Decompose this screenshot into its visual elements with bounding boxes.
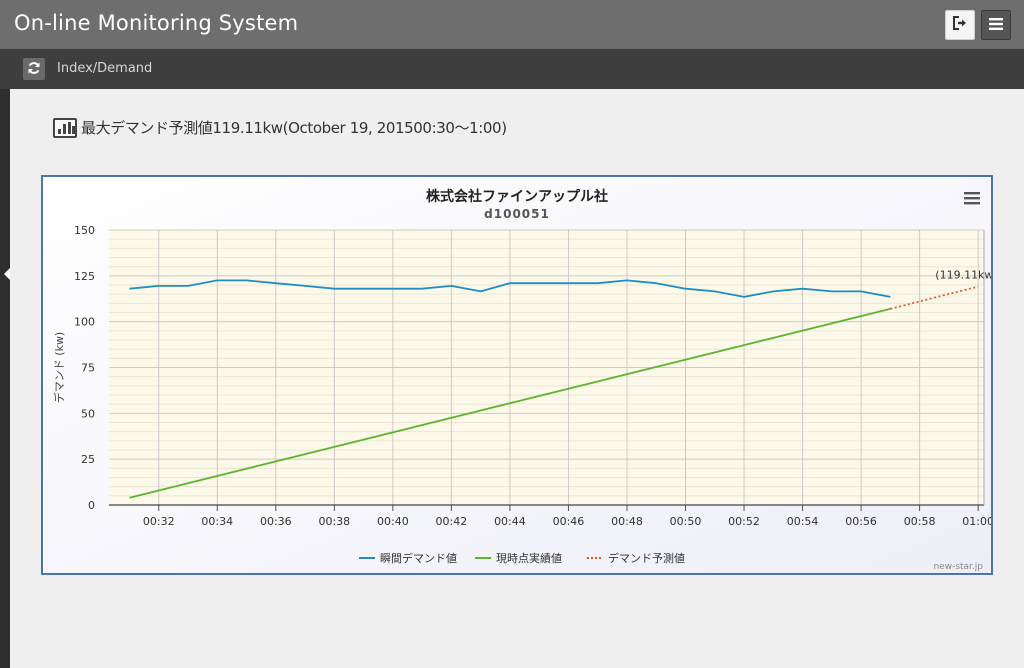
forecast-data-label: (119.11kw) [935,269,991,282]
breadcrumb: Index/Demand [57,61,153,76]
demand-chart: 株式会社ファインアップル社 d100051 デマンド (kw) 0 25 50 75 1… [41,175,993,575]
refresh-button[interactable] [23,58,45,80]
logout-button[interactable] [945,10,975,40]
x-tick-label: 00:32 [143,515,175,528]
x-tick-label: 00:34 [201,515,233,528]
y-tick-label: 25 [81,453,95,466]
x-tick-label: 00:40 [377,515,409,528]
hamburger-menu-icon [964,192,980,205]
chart-subtitle: d100051 [484,207,550,221]
y-axis-label: デマンド (kw) [52,332,66,403]
top-bar: On-line Monitoring System [0,0,1024,49]
x-tick-label: 00:42 [436,515,468,528]
x-tick-label: 00:52 [728,515,760,528]
refresh-icon [27,60,41,79]
bar-chart-icon [53,117,77,138]
app-title: On-line Monitoring System [14,11,299,35]
chart-menu-button[interactable] [963,191,981,207]
main-menu-button[interactable] [981,10,1011,40]
demand-chart-svg: 株式会社ファインアップル社 d100051 デマンド (kw) 0 25 50 75 1… [43,177,991,573]
sub-bar: Index/Demand [0,49,1024,89]
chart-legend: 瞬間デマンド値 現時点実績値 デマンド予測値 [359,551,685,565]
chart-credit[interactable]: new-star.jp [933,562,983,572]
y-tick-label: 50 [81,407,95,420]
legend-label: デマンド予測値 [608,551,685,565]
x-tick-label: 00:56 [845,515,877,528]
page-heading: 最大デマンド予測値119.11kw(October 19, 201500:30～… [53,117,507,138]
x-tick-label: 00:36 [260,515,292,528]
legend-label: 現時点実績値 [496,551,562,565]
page-heading-text: 最大デマンド予測値119.11kw(October 19, 201500:30～… [81,119,507,137]
legend-label: 瞬間デマンド値 [380,551,457,565]
y-tick-label: 100 [74,316,95,329]
x-tick-label: 00:50 [670,515,702,528]
x-tick-label: 01:00 [962,515,991,528]
y-tick-label: 75 [81,362,95,375]
sidebar [0,89,11,668]
chart-title: 株式会社ファインアップル社 [426,188,608,205]
y-tick-label: 0 [88,499,95,512]
y-tick-label: 125 [74,270,95,283]
x-tick-label: 00:58 [904,515,936,528]
sign-out-icon [952,15,968,35]
x-tick-label: 00:46 [553,515,585,528]
y-tick-label: 150 [74,224,95,237]
x-tick-label: 00:48 [611,515,643,528]
x-tick-label: 00:38 [318,515,350,528]
x-tick-label: 00:44 [494,515,526,528]
hamburger-menu-icon [988,16,1004,35]
x-tick-label: 00:54 [787,515,819,528]
